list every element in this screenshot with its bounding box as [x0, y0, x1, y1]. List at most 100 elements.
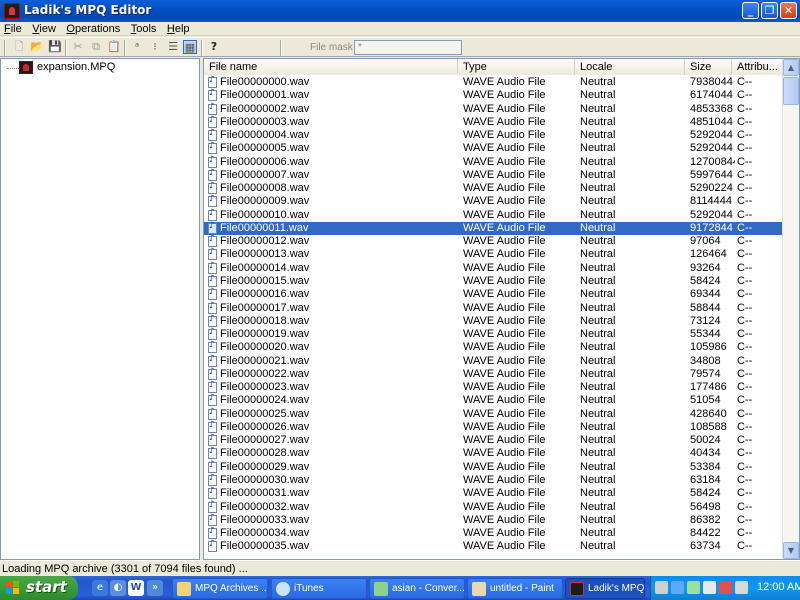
table-row[interactable]: File00000021.wav WAVE Audio File Neutral 34… [204, 354, 784, 368]
table-row[interactable]: File00000002.wav WAVE Audio File Neutral 48… [204, 102, 784, 116]
task-converter[interactable]: asian - Conver... [369, 578, 465, 599]
word-icon[interactable]: W [128, 580, 144, 596]
column-header-size[interactable]: Size [685, 59, 732, 75]
scroll-up-button[interactable]: ▲ [783, 59, 799, 76]
task-mpq-archives[interactable]: MPQ Archives ... [172, 578, 268, 599]
clock[interactable]: 12:00 AM [757, 581, 800, 593]
tray-volume-icon[interactable] [703, 581, 716, 594]
title-bar[interactable]: Ladik's MPQ Editor _ ❐ ✕ [0, 0, 800, 22]
table-row[interactable]: File00000007.wav WAVE Audio File Neutral 59… [204, 168, 784, 182]
file-mask-input[interactable]: * [354, 40, 462, 55]
task-paint[interactable]: untitled - Paint [467, 578, 563, 599]
table-row[interactable]: File00000009.wav WAVE Audio File Neutral 81… [204, 194, 784, 208]
cell-attributes: C-- [737, 434, 753, 447]
mpq-editor-app-icon[interactable] [4, 3, 20, 19]
wav-file-icon [208, 539, 217, 553]
table-row[interactable]: File00000003.wav WAVE Audio File Neutral 48… [204, 115, 784, 129]
table-row[interactable]: File00000023.wav WAVE Audio File Neutral 17… [204, 380, 784, 394]
details-view-icon[interactable]: ▦ [183, 40, 197, 54]
scroll-thumb[interactable] [783, 77, 799, 105]
table-row[interactable]: File00000035.wav WAVE Audio File Neutral 63… [204, 539, 784, 553]
cell-type: WAVE Audio File [463, 354, 546, 367]
minimize-button[interactable]: _ [742, 2, 759, 19]
menu-operations[interactable]: Operations [63, 23, 123, 36]
cut-icon[interactable]: ✂ [71, 40, 85, 54]
table-row[interactable]: File00000015.wav WAVE Audio File Neutral 58… [204, 274, 784, 288]
table-row[interactable]: File00000024.wav WAVE Audio File Neutral 51… [204, 393, 784, 407]
close-button[interactable]: ✕ [780, 2, 797, 19]
table-row[interactable]: File00000032.wav WAVE Audio File Neutral 56… [204, 500, 784, 514]
tray-misc-icon[interactable] [735, 581, 748, 594]
table-row[interactable]: File00000010.wav WAVE Audio File Neutral 52… [204, 208, 784, 222]
table-row[interactable]: File00000006.wav WAVE Audio File Neutral 12… [204, 155, 784, 169]
table-row[interactable]: File00000005.wav WAVE Audio File Neutral 52… [204, 141, 784, 155]
copy-icon[interactable]: ⧉ [89, 40, 103, 54]
task-itunes[interactable]: iTunes [271, 578, 367, 599]
column-header-file-name[interactable]: File name [204, 59, 458, 75]
list-view-icon[interactable]: ☰ [166, 40, 180, 54]
column-header-locale[interactable]: Locale [575, 59, 685, 75]
table-row[interactable]: File00000033.wav WAVE Audio File Neutral 86… [204, 513, 784, 527]
cell-file-name: File00000028.wav [220, 447, 310, 460]
table-row[interactable]: File00000000.wav WAVE Audio File Neutral 79… [204, 75, 784, 89]
table-row[interactable]: File00000012.wav WAVE Audio File Neutral 97… [204, 234, 784, 248]
wav-file-icon [208, 75, 217, 88]
new-archive-icon[interactable]: 🗋 [12, 40, 26, 54]
scroll-down-button[interactable]: ▼ [783, 542, 799, 559]
column-header-attributes[interactable]: Attribu... [732, 59, 784, 75]
table-row[interactable]: File00000020.wav WAVE Audio File Neutral 10… [204, 340, 784, 354]
table-row[interactable]: File00000022.wav WAVE Audio File Neutral 79… [204, 367, 784, 381]
table-row[interactable]: File00000028.wav WAVE Audio File Neutral 40… [204, 446, 784, 460]
cell-type: WAVE Audio File [463, 274, 546, 287]
quicklaunch-more-icon[interactable]: » [147, 580, 163, 596]
table-row[interactable]: File00000027.wav WAVE Audio File Neutral 50… [204, 433, 784, 447]
cell-type: WAVE Audio File [463, 288, 546, 301]
table-row[interactable]: File00000008.wav WAVE Audio File Neutral 52… [204, 181, 784, 195]
save-icon[interactable]: 💾 [48, 40, 62, 54]
table-row[interactable]: File00000029.wav WAVE Audio File Neutral 53… [204, 460, 784, 474]
tray-network-icon[interactable] [671, 581, 684, 594]
table-row[interactable]: File00000016.wav WAVE Audio File Neutral 69… [204, 287, 784, 301]
cell-size: 58844 [690, 301, 721, 314]
table-row[interactable]: File00000030.wav WAVE Audio File Neutral 63… [204, 473, 784, 487]
table-row[interactable]: File00000019.wav WAVE Audio File Neutral 55… [204, 327, 784, 341]
table-row[interactable]: File00000013.wav WAVE Audio File Neutral 12… [204, 247, 784, 261]
help-icon[interactable]: ? [207, 40, 221, 54]
table-row[interactable]: File00000031.wav WAVE Audio File Neutral 58… [204, 486, 784, 500]
table-row[interactable]: File00000018.wav WAVE Audio File Neutral 73… [204, 314, 784, 328]
menu-view[interactable]: View [29, 23, 59, 36]
archive-tree[interactable]: expansion.MPQ [0, 58, 200, 560]
menu-bar: File View Operations Tools Help [0, 22, 800, 36]
table-row[interactable]: File00000034.wav WAVE Audio File Neutral 84… [204, 526, 784, 540]
file-list[interactable]: File name Type Locale Size Attribu... Fi… [203, 58, 800, 560]
cell-file-name: File00000011.wav [220, 221, 309, 234]
menu-file[interactable]: File [1, 23, 25, 36]
show-desktop-icon[interactable]: ◐ [110, 580, 126, 596]
table-row[interactable]: File00000014.wav WAVE Audio File Neutral 93… [204, 261, 784, 275]
internet-explorer-icon[interactable]: e [92, 580, 108, 596]
table-row[interactable]: File00000001.wav WAVE Audio File Neutral 61… [204, 88, 784, 102]
vertical-scrollbar[interactable]: ▲ ▼ [782, 59, 799, 559]
table-row[interactable]: File00000026.wav WAVE Audio File Neutral 10… [204, 420, 784, 434]
cell-attributes: C-- [737, 527, 753, 540]
cell-file-name: File00000004.wav [220, 129, 310, 142]
table-row[interactable]: File00000017.wav WAVE Audio File Neutral 58… [204, 301, 784, 315]
cell-type: WAVE Audio File [463, 89, 546, 102]
table-row[interactable]: File00000004.wav WAVE Audio File Neutral 52… [204, 128, 784, 142]
start-button[interactable]: start [0, 576, 78, 600]
column-header-type[interactable]: Type [458, 59, 575, 75]
large-icons-view-icon[interactable]: ᵃ [130, 40, 144, 54]
paste-icon[interactable]: 📋 [107, 40, 121, 54]
task-mpq-editor[interactable]: Ladik's MPQ E... [565, 578, 645, 599]
small-icons-view-icon[interactable]: ⁝ [148, 40, 162, 54]
menu-tools[interactable]: Tools [128, 23, 160, 36]
cell-size: 63734 [690, 540, 721, 553]
maximize-button[interactable]: ❐ [761, 2, 778, 19]
table-row[interactable]: File00000011.wav WAVE Audio File Neutral 91… [204, 221, 784, 236]
tray-app-icon[interactable] [687, 581, 700, 594]
open-archive-icon[interactable]: 📂 [30, 40, 44, 54]
tray-security-icon[interactable] [719, 581, 732, 594]
menu-help[interactable]: Help [164, 23, 193, 36]
table-row[interactable]: File00000025.wav WAVE Audio File Neutral 42… [204, 407, 784, 421]
tray-show-hidden-icon[interactable] [655, 581, 668, 594]
